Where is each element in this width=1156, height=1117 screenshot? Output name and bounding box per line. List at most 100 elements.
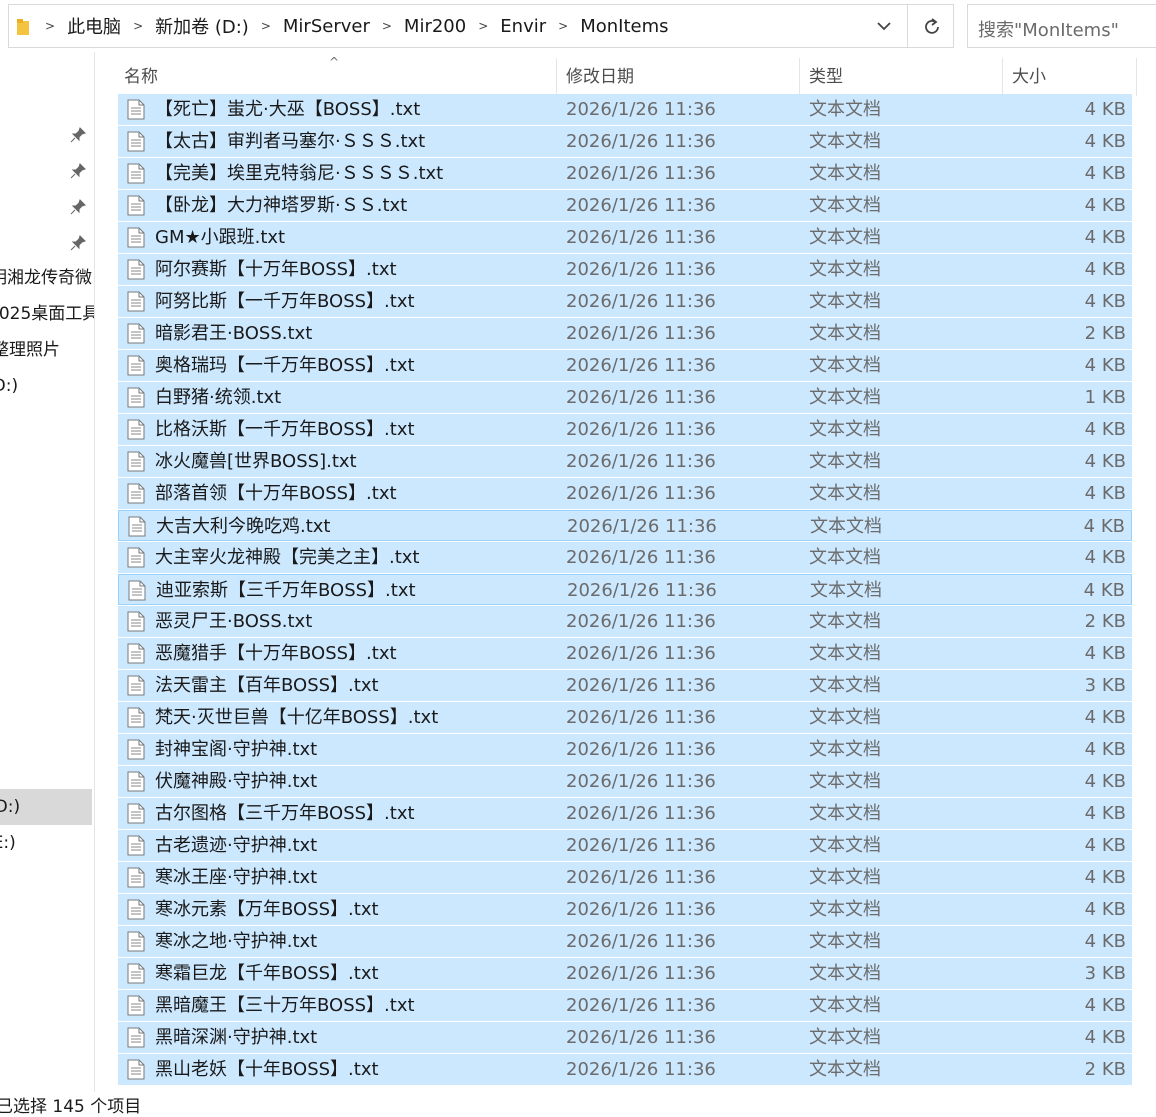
column-divider[interactable] [799, 58, 800, 96]
file-size: 1 KB [1084, 387, 1126, 408]
file-size: 4 KB [1084, 771, 1126, 792]
file-size: 3 KB [1084, 675, 1126, 696]
file-row[interactable]: 迪亚索斯【三千万年BOSS】.txt 2026/1/26 11:36 文本文档 4 K… [118, 574, 1132, 605]
file-row[interactable]: 白野猪·统领.txt 2026/1/26 11:36 文本文档 1 KB [118, 382, 1132, 413]
nav-item-drive[interactable]: (D:) [0, 791, 20, 823]
pin-icon[interactable] [70, 163, 86, 179]
nav-item-folder[interactable]: 整理照片 [0, 334, 60, 366]
file-row[interactable]: 黑暗魔王【三十万年BOSS】.txt 2026/1/26 11:36 文本文档 4 K… [118, 990, 1132, 1021]
column-header-type[interactable]: 类型 [809, 58, 843, 96]
file-name: 暗影君王·BOSS.txt [155, 323, 313, 344]
file-row[interactable]: 恶灵尸王·BOSS.txt 2026/1/26 11:36 文本文档 2 KB [118, 606, 1132, 637]
file-type: 文本文档 [809, 483, 881, 504]
file-row[interactable]: 【完美】埃里克特翁尼·ＳＳＳＳ.txt 2026/1/26 11:36 文本文档 4 … [118, 158, 1132, 189]
breadcrumb-item[interactable]: 此电脑 [67, 13, 121, 39]
column-divider[interactable] [1002, 58, 1003, 96]
file-name: 阿努比斯【一千万年BOSS】.txt [155, 291, 415, 312]
column-divider[interactable] [1136, 58, 1137, 96]
file-modified: 2026/1/26 11:36 [566, 899, 716, 920]
nav-item-folder[interactable]: 2025桌面工具 [0, 298, 94, 330]
file-name: 【死亡】蚩尤·大巫【BOSS】.txt [155, 99, 421, 120]
breadcrumb-item[interactable]: MonItems [580, 16, 668, 37]
file-name: 寒冰元素【万年BOSS】.txt [155, 899, 379, 920]
file-type: 文本文档 [809, 675, 881, 696]
file-row[interactable]: 寒霜巨龙【千年BOSS】.txt 2026/1/26 11:36 文本文档 3 KB [118, 958, 1132, 989]
file-row[interactable]: 【死亡】蚩尤·大巫【BOSS】.txt 2026/1/26 11:36 文本文档 4 … [118, 94, 1132, 125]
file-name: 古老遗迹·守护神.txt [155, 835, 318, 856]
column-header-size[interactable]: 大小 [1012, 58, 1046, 96]
file-row[interactable]: 古老遗迹·守护神.txt 2026/1/26 11:36 文本文档 4 KB [118, 830, 1132, 861]
chevron-right-icon[interactable]: > [133, 19, 143, 33]
file-modified: 2026/1/26 11:36 [566, 931, 716, 952]
chevron-right-icon[interactable]: > [382, 19, 392, 33]
file-row[interactable]: 古尔图格【三千万年BOSS】.txt 2026/1/26 11:36 文本文档 4 K… [118, 798, 1132, 829]
chevron-right-icon[interactable]: > [558, 19, 568, 33]
file-type: 文本文档 [809, 99, 881, 120]
file-row[interactable]: 寒冰王座·守护神.txt 2026/1/26 11:36 文本文档 4 KB [118, 862, 1132, 893]
text-file-icon [127, 291, 145, 312]
nav-item-drive[interactable]: (E:) [0, 827, 16, 859]
breadcrumb-item[interactable]: Envir [500, 16, 546, 37]
file-modified: 2026/1/26 11:36 [566, 835, 716, 856]
file-row[interactable]: GM★小跟班.txt 2026/1/26 11:36 文本文档 4 KB [118, 222, 1132, 253]
search-box[interactable]: 搜索"MonItems" [967, 4, 1156, 48]
column-divider[interactable] [556, 58, 557, 96]
pin-icon[interactable] [70, 127, 86, 143]
chevron-down-icon[interactable] [875, 18, 893, 34]
file-row[interactable]: 封神宝阁·守护神.txt 2026/1/26 11:36 文本文档 4 KB [118, 734, 1132, 765]
file-row[interactable]: 恶魔猎手【十万年BOSS】.txt 2026/1/26 11:36 文本文档 4 KB [118, 638, 1132, 669]
file-modified: 2026/1/26 11:36 [566, 483, 716, 504]
file-row[interactable]: 奥格瑞玛【一千万年BOSS】.txt 2026/1/26 11:36 文本文档 4 K… [118, 350, 1132, 381]
file-modified: 2026/1/26 11:36 [566, 323, 716, 344]
file-type: 文本文档 [809, 995, 881, 1016]
text-file-icon [128, 580, 146, 601]
text-file-icon [127, 1027, 145, 1048]
file-row[interactable]: 冰火魔兽[世界BOSS].txt 2026/1/26 11:36 文本文档 4 KB [118, 446, 1132, 477]
file-row[interactable]: 寒冰元素【万年BOSS】.txt 2026/1/26 11:36 文本文档 4 KB [118, 894, 1132, 925]
file-name: 比格沃斯【一千万年BOSS】.txt [155, 419, 415, 440]
file-row[interactable]: 阿尔赛斯【十万年BOSS】.txt 2026/1/26 11:36 文本文档 4 KB [118, 254, 1132, 285]
file-row[interactable]: 部落首领【十万年BOSS】.txt 2026/1/26 11:36 文本文档 4 KB [118, 478, 1132, 509]
file-row[interactable]: 法天雷主【百年BOSS】.txt 2026/1/26 11:36 文本文档 3 KB [118, 670, 1132, 701]
sort-ascending-icon: ^ [329, 55, 340, 69]
file-row[interactable]: 大主宰火龙神殿【完美之主】.txt 2026/1/26 11:36 文本文档 4 KB [118, 542, 1132, 573]
nav-item-folder[interactable]: 明湘龙传奇微 [0, 262, 92, 294]
file-row[interactable]: 黑暗深渊·守护神.txt 2026/1/26 11:36 文本文档 4 KB [118, 1022, 1132, 1053]
file-row[interactable]: 大吉大利今晚吃鸡.txt 2026/1/26 11:36 文本文档 4 KB [118, 510, 1132, 541]
refresh-icon[interactable] [921, 16, 943, 38]
file-name: 封神宝阁·守护神.txt [155, 739, 318, 760]
file-row[interactable]: 伏魔神殿·守护神.txt 2026/1/26 11:36 文本文档 4 KB [118, 766, 1132, 797]
pin-icon[interactable] [70, 199, 86, 215]
column-header-name[interactable]: 名称 [124, 58, 158, 96]
breadcrumb-item[interactable]: Mir200 [404, 16, 466, 37]
file-row[interactable]: 梵天·灭世巨兽【十亿年BOSS】.txt 2026/1/26 11:36 文本文档 4… [118, 702, 1132, 733]
file-size: 4 KB [1084, 483, 1126, 504]
search-placeholder: 搜索"MonItems" [978, 20, 1119, 41]
file-modified: 2026/1/26 11:36 [566, 771, 716, 792]
address-bar[interactable]: > 此电脑 > 新加卷 (D:) > MirServer > Mir200 > … [8, 4, 954, 48]
column-header-modified[interactable]: 修改日期 [566, 58, 634, 96]
breadcrumb-item[interactable]: 新加卷 (D:) [155, 13, 249, 39]
file-type: 文本文档 [809, 355, 881, 376]
file-row[interactable]: 阿努比斯【一千万年BOSS】.txt 2026/1/26 11:36 文本文档 4 K… [118, 286, 1132, 317]
breadcrumb: > 此电脑 > 新加卷 (D:) > MirServer > Mir200 > … [37, 5, 669, 47]
file-type: 文本文档 [809, 739, 881, 760]
chevron-right-icon[interactable]: > [45, 19, 55, 33]
file-row[interactable]: 暗影君王·BOSS.txt 2026/1/26 11:36 文本文档 2 KB [118, 318, 1132, 349]
file-size: 4 KB [1084, 547, 1126, 568]
file-size: 4 KB [1084, 131, 1126, 152]
file-row[interactable]: 寒冰之地·守护神.txt 2026/1/26 11:36 文本文档 4 KB [118, 926, 1132, 957]
breadcrumb-item[interactable]: MirServer [283, 16, 370, 37]
chevron-right-icon[interactable]: > [261, 19, 271, 33]
nav-item-drive[interactable]: (D:) [0, 370, 18, 402]
file-row[interactable]: 黑山老妖【十年BOSS】.txt 2026/1/26 11:36 文本文档 2 KB [118, 1054, 1132, 1085]
file-type: 文本文档 [809, 931, 881, 952]
file-row[interactable]: 【卧龙】大力神塔罗斯·ＳＳ.txt 2026/1/26 11:36 文本文档 4 KB [118, 190, 1132, 221]
file-type: 文本文档 [809, 611, 881, 632]
file-modified: 2026/1/26 11:36 [566, 1027, 716, 1048]
file-row[interactable]: 【太古】审判者马塞尔·ＳＳＳ.txt 2026/1/26 11:36 文本文档 4 K… [118, 126, 1132, 157]
pin-icon[interactable] [70, 235, 86, 251]
text-file-icon [127, 707, 145, 728]
chevron-right-icon[interactable]: > [478, 19, 488, 33]
file-row[interactable]: 比格沃斯【一千万年BOSS】.txt 2026/1/26 11:36 文本文档 4 K… [118, 414, 1132, 445]
